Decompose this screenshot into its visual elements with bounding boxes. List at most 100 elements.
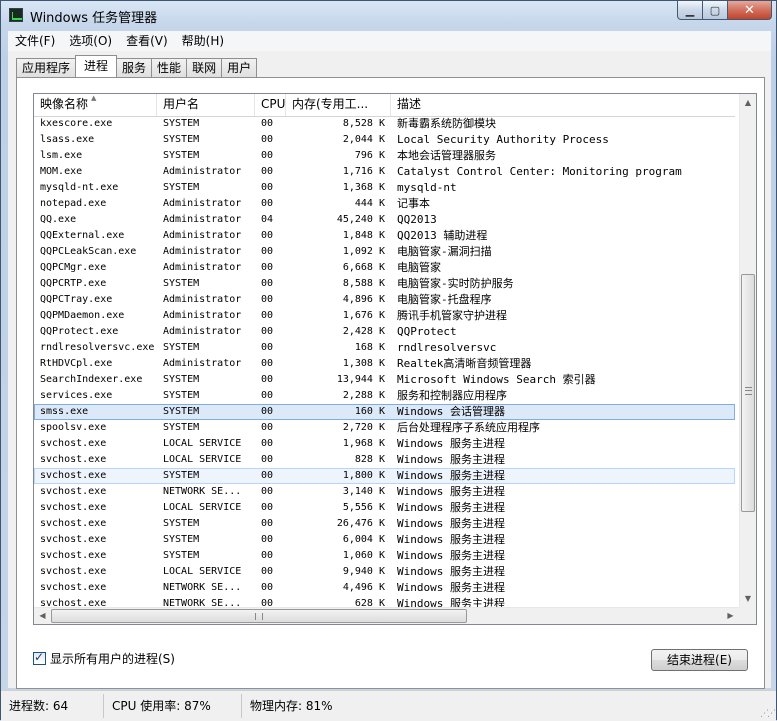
end-process-button[interactable]: 结束进程(E)	[651, 649, 748, 671]
process-cpu: 00	[261, 374, 274, 385]
vertical-scroll-thumb[interactable]	[741, 274, 755, 512]
menu-view[interactable]: 查看(V)	[119, 31, 175, 51]
table-row[interactable]: smss.exe SYSTEM 00 160 K Windows 会话管理器	[34, 404, 735, 420]
table-row[interactable]: spoolsv.exe SYSTEM 00 2,720 K 后台处理程序子系统应用程序	[34, 420, 735, 436]
minimize-button[interactable]: ▁	[677, 1, 703, 20]
process-cpu: 00	[261, 406, 274, 417]
process-image-name: svchost.exe	[40, 502, 107, 513]
process-image-name: services.exe	[40, 390, 113, 401]
resize-grip-icon[interactable]: ⋰⋰	[760, 709, 776, 719]
process-memory: 2,428 K	[342, 326, 385, 337]
close-icon: ✕	[744, 2, 755, 18]
horizontal-scroll-thumb[interactable]	[51, 609, 467, 623]
table-row[interactable]: svchost.exe LOCAL SERVICE 00 1,968 K Windows…	[34, 436, 735, 452]
tab-users[interactable]: 用户	[221, 58, 258, 77]
process-description: rndlresolversvc	[397, 341, 497, 354]
process-memory: 796 K	[354, 150, 385, 161]
status-physical-memory: 物理内存: 81%	[250, 699, 333, 713]
scroll-right-arrow-icon[interactable]: ▶	[722, 608, 739, 624]
column-memory[interactable]: 内存(专用工...	[286, 94, 391, 116]
horizontal-scrollbar[interactable]: ◀ ▶	[34, 607, 739, 624]
process-description: 本地会话管理器服务	[397, 149, 496, 162]
menu-file[interactable]: 文件(F)	[8, 31, 62, 51]
process-memory: 4,496 K	[342, 582, 385, 593]
process-description: Realtek高清晰音频管理器	[397, 357, 532, 370]
table-row[interactable]: lsass.exe SYSTEM 00 2,044 K Local Security A…	[34, 132, 735, 148]
process-user-name: SYSTEM	[163, 118, 200, 129]
tab-applications[interactable]: 应用程序	[16, 58, 77, 77]
table-row[interactable]: svchost.exe SYSTEM 00 26,476 K Windows 服务主进程	[34, 516, 735, 532]
process-cpu: 00	[261, 246, 274, 257]
process-cpu: 00	[261, 262, 274, 273]
process-image-name: svchost.exe	[40, 438, 107, 449]
table-row[interactable]: svchost.exe SYSTEM 00 1,060 K Windows 服务主进程	[34, 548, 735, 564]
menu-options[interactable]: 选项(O)	[62, 31, 119, 51]
table-row[interactable]: SearchIndexer.exe SYSTEM 00 13,944 K Microso…	[34, 372, 735, 388]
process-user-name: SYSTEM	[163, 470, 200, 481]
table-row[interactable]: services.exe SYSTEM 00 2,288 K 服务和控制器应用程序	[34, 388, 735, 404]
table-row[interactable]: rndlresolversvc.exe SYSTEM 00 168 K rndlreso…	[34, 340, 735, 356]
process-user-name: SYSTEM	[163, 550, 200, 561]
table-row[interactable]: svchost.exe NETWORK SE... 00 4,496 K Windows…	[34, 580, 735, 596]
title-bar[interactable]: Windows 任务管理器 ▁ ▢ ✕	[1, 1, 777, 31]
process-cpu: 00	[261, 566, 274, 577]
table-row[interactable]: mysqld-nt.exe SYSTEM 00 1,368 K mysqld-nt	[34, 180, 735, 196]
process-description: 电脑管家	[397, 261, 441, 274]
table-row[interactable]: svchost.exe LOCAL SERVICE 00 9,940 K Windows…	[34, 564, 735, 580]
process-image-name: svchost.exe	[40, 470, 107, 481]
process-description: QQ2013	[397, 213, 437, 226]
table-row[interactable]: QQPCTray.exe Administrator 00 4,896 K 电脑管家-托…	[34, 292, 735, 308]
column-user-name[interactable]: 用户名	[157, 94, 255, 116]
table-row[interactable]: QQPCMgr.exe Administrator 00 6,668 K 电脑管家	[34, 260, 735, 276]
table-row[interactable]: svchost.exe LOCAL SERVICE 00 5,556 K Windows…	[34, 500, 735, 516]
process-cpu: 00	[261, 166, 274, 177]
process-memory: 2,288 K	[342, 390, 385, 401]
tab-processes[interactable]: 进程	[75, 55, 118, 77]
close-button[interactable]: ✕	[728, 1, 772, 20]
process-memory: 1,848 K	[342, 230, 385, 241]
tab-networking[interactable]: 联网	[186, 58, 223, 77]
table-row[interactable]: svchost.exe NETWORK SE... 00 3,140 K Windows…	[34, 484, 735, 500]
process-cpu: 00	[261, 358, 274, 369]
scroll-left-arrow-icon[interactable]: ◀	[34, 608, 51, 624]
process-image-name: spoolsv.exe	[40, 422, 107, 433]
tab-performance[interactable]: 性能	[151, 58, 188, 77]
table-row[interactable]: MOM.exe Administrator 00 1,716 K Catalyst Co…	[34, 164, 735, 180]
process-user-name: SYSTEM	[163, 134, 200, 145]
table-row[interactable]: notepad.exe Administrator 00 444 K 记事本	[34, 196, 735, 212]
column-description[interactable]: 描述	[391, 94, 735, 116]
show-all-checkbox[interactable]: ✓	[33, 650, 46, 665]
table-row[interactable]: svchost.exe LOCAL SERVICE 00 828 K Windows 服…	[34, 452, 735, 468]
process-memory: 2,044 K	[342, 134, 385, 145]
process-description: Windows 服务主进程	[397, 533, 505, 546]
table-row[interactable]: RtHDVCpl.exe Administrator 00 1,308 K Realte…	[34, 356, 735, 372]
process-cpu: 00	[261, 486, 274, 497]
table-row[interactable]: kxescore.exe SYSTEM 00 8,528 K 新毒霸系统防御模块	[34, 116, 735, 132]
table-row[interactable]: svchost.exe SYSTEM 00 1,800 K Windows 服务主进程	[34, 468, 735, 484]
table-row[interactable]: QQPCRTP.exe SYSTEM 00 8,588 K 电脑管家-实时防护服务	[34, 276, 735, 292]
process-user-name: LOCAL SERVICE	[163, 438, 242, 449]
table-row[interactable]: QQProtect.exe Administrator 00 2,428 K QQPro…	[34, 324, 735, 340]
process-memory: 168 K	[354, 342, 385, 353]
show-all-processes[interactable]: ✓ 显示所有用户的进程(S)	[33, 650, 175, 667]
vertical-scrollbar[interactable]: ▲ ▼	[739, 94, 756, 607]
table-row[interactable]: svchost.exe SYSTEM 00 6,004 K Windows 服务主进程	[34, 532, 735, 548]
process-image-name: svchost.exe	[40, 518, 107, 529]
task-manager-app-icon[interactable]	[9, 8, 23, 22]
process-user-name: Administrator	[163, 166, 242, 177]
column-cpu[interactable]: CPU	[255, 94, 286, 116]
scroll-down-arrow-icon[interactable]: ▼	[740, 590, 756, 607]
process-list[interactable]: ▲ 映像名称 用户名 CPU 内存(专用工... 描述 kxescore.exe…	[33, 93, 757, 625]
process-image-name: RtHDVCpl.exe	[40, 358, 113, 369]
maximize-button[interactable]: ▢	[703, 1, 728, 20]
menu-help[interactable]: 帮助(H)	[175, 31, 231, 51]
table-row[interactable]: QQExternal.exe Administrator 00 1,848 K QQ20…	[34, 228, 735, 244]
table-row[interactable]: QQPMDaemon.exe Administrator 00 1,676 K 腾讯手机…	[34, 308, 735, 324]
table-row[interactable]: QQPCLeakScan.exe Administrator 00 1,092 K 电脑…	[34, 244, 735, 260]
process-description: 电脑管家-漏洞扫描	[397, 245, 492, 258]
scroll-up-arrow-icon[interactable]: ▲	[740, 94, 756, 111]
table-row[interactable]: lsm.exe SYSTEM 00 796 K 本地会话管理器服务	[34, 148, 735, 164]
tab-services[interactable]: 服务	[116, 58, 153, 77]
column-image-name[interactable]: ▲ 映像名称	[34, 94, 157, 116]
table-row[interactable]: QQ.exe Administrator 04 45,240 K QQ2013	[34, 212, 735, 228]
